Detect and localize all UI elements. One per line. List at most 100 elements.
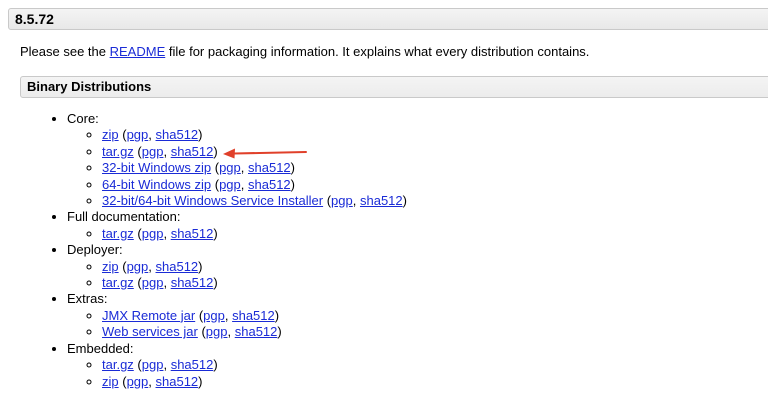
separator: ,: [240, 176, 248, 192]
sha512-link[interactable]: sha512: [171, 226, 214, 241]
download-item: zip (pgp, sha512): [102, 127, 407, 143]
group-label: Core:: [67, 111, 99, 126]
download-link[interactable]: tar.gz: [102, 275, 134, 290]
download-sublist: tar.gz (pgp, sha512): [67, 226, 407, 242]
close-paren: ): [213, 143, 218, 159]
separator: ,: [148, 258, 156, 274]
sha512-link[interactable]: sha512: [171, 144, 214, 159]
download-sublist: tar.gz (pgp, sha512)zip (pgp, sha512): [67, 357, 407, 390]
pgp-link[interactable]: pgp: [127, 259, 149, 274]
download-link[interactable]: Web services jar: [102, 324, 198, 339]
pgp-link[interactable]: pgp: [142, 144, 164, 159]
download-link[interactable]: tar.gz: [102, 226, 134, 241]
sha512-link[interactable]: sha512: [171, 357, 214, 372]
red-arrow-icon: [223, 148, 307, 159]
download-link[interactable]: zip: [102, 127, 119, 142]
open-paren: (: [118, 373, 127, 389]
download-link[interactable]: 64-bit Windows zip: [102, 177, 211, 192]
separator: ,: [224, 307, 233, 323]
open-paren: (: [133, 225, 142, 241]
download-link[interactable]: 32-bit/64-bit Windows Service Installer: [102, 193, 323, 208]
sha512-link[interactable]: sha512: [156, 374, 199, 389]
section-title: Binary Distributions: [27, 79, 152, 94]
separator: ,: [352, 193, 360, 209]
group-item: Embedded:tar.gz (pgp, sha512)zip (pgp, s…: [67, 341, 407, 390]
separator: ,: [148, 127, 156, 143]
download-item: JMX Remote jar (pgp, sha512): [102, 308, 407, 324]
open-paren: (: [195, 307, 204, 323]
pgp-link[interactable]: pgp: [142, 357, 164, 372]
sha512-link[interactable]: sha512: [156, 259, 199, 274]
close-paren: ): [213, 225, 218, 241]
close-paren: ): [274, 307, 280, 323]
group-label: Extras:: [67, 291, 108, 307]
download-link[interactable]: tar.gz: [102, 144, 134, 159]
close-paren: ): [198, 258, 203, 274]
separator: ,: [163, 275, 171, 291]
pgp-link[interactable]: pgp: [127, 374, 149, 389]
download-item: tar.gz (pgp, sha512): [102, 275, 407, 291]
intro-paragraph: Please see the README file for packaging…: [20, 43, 589, 61]
open-paren: (: [133, 357, 142, 373]
download-link[interactable]: JMX Remote jar: [102, 308, 195, 323]
open-paren: (: [211, 160, 220, 176]
sha512-link[interactable]: sha512: [232, 308, 275, 323]
download-link[interactable]: 32-bit Windows zip: [102, 160, 211, 175]
separator: ,: [163, 143, 171, 159]
close-paren: ): [213, 357, 218, 373]
sha512-link[interactable]: sha512: [248, 177, 291, 192]
close-paren: ): [402, 193, 407, 209]
download-link[interactable]: zip: [102, 259, 119, 274]
pgp-link[interactable]: pgp: [219, 177, 241, 192]
intro-text-before: Please see the: [20, 44, 110, 59]
close-paren: ): [213, 275, 218, 291]
download-link[interactable]: zip: [102, 374, 119, 389]
close-paren: ): [290, 176, 295, 192]
group-label: Embedded:: [67, 340, 134, 356]
pgp-link[interactable]: pgp: [142, 275, 164, 290]
readme-link[interactable]: README: [110, 44, 166, 59]
pgp-link[interactable]: pgp: [127, 127, 149, 142]
close-paren: ): [277, 324, 282, 340]
group-label: Full documentation:: [67, 209, 181, 225]
close-paren: ): [290, 160, 295, 176]
version-header: 8.5.72: [8, 8, 768, 30]
separator: ,: [163, 225, 171, 241]
download-item: Web services jar (pgp, sha512): [102, 324, 407, 340]
pgp-link[interactable]: pgp: [331, 193, 353, 208]
sha512-link[interactable]: sha512: [156, 127, 199, 142]
pgp-link[interactable]: pgp: [206, 324, 228, 339]
separator: ,: [240, 160, 248, 176]
group-label: Deployer:: [67, 242, 123, 258]
group-item: Extras:JMX Remote jar (pgp, sha512)Web s…: [67, 291, 407, 340]
open-paren: (: [133, 275, 142, 291]
separator: ,: [163, 357, 171, 373]
open-paren: (: [118, 127, 127, 143]
download-item: 32-bit/64-bit Windows Service Installer …: [102, 193, 407, 209]
pgp-link[interactable]: pgp: [203, 308, 225, 323]
group-item: Deployer:zip (pgp, sha512)tar.gz (pgp, s…: [67, 242, 407, 291]
separator: ,: [227, 324, 235, 340]
page: 8.5.72 Please see the README file for pa…: [0, 0, 768, 401]
open-paren: (: [211, 176, 220, 192]
pgp-link[interactable]: pgp: [219, 160, 241, 175]
sha512-link[interactable]: sha512: [248, 160, 291, 175]
intro-text-after: file for packaging information. It expla…: [165, 44, 590, 59]
open-paren: (: [323, 193, 332, 209]
download-item: 32-bit Windows zip (pgp, sha512): [102, 160, 407, 176]
download-item: tar.gz (pgp, sha512): [102, 226, 407, 242]
version-title: 8.5.72: [15, 11, 54, 27]
open-paren: (: [197, 324, 206, 340]
sha512-link[interactable]: sha512: [171, 275, 214, 290]
pgp-link[interactable]: pgp: [142, 226, 164, 241]
close-paren: ): [198, 373, 203, 389]
download-link[interactable]: tar.gz: [102, 357, 134, 372]
distribution-list: Core:zip (pgp, sha512)tar.gz (pgp, sha51…: [30, 111, 407, 390]
separator: ,: [148, 373, 156, 389]
download-item: zip (pgp, sha512): [102, 259, 407, 275]
download-sublist: JMX Remote jar (pgp, sha512)Web services…: [67, 308, 407, 341]
binary-distributions-header: Binary Distributions: [20, 76, 768, 98]
sha512-link[interactable]: sha512: [360, 193, 403, 208]
download-item: 64-bit Windows zip (pgp, sha512): [102, 177, 407, 193]
sha512-link[interactable]: sha512: [235, 324, 278, 339]
